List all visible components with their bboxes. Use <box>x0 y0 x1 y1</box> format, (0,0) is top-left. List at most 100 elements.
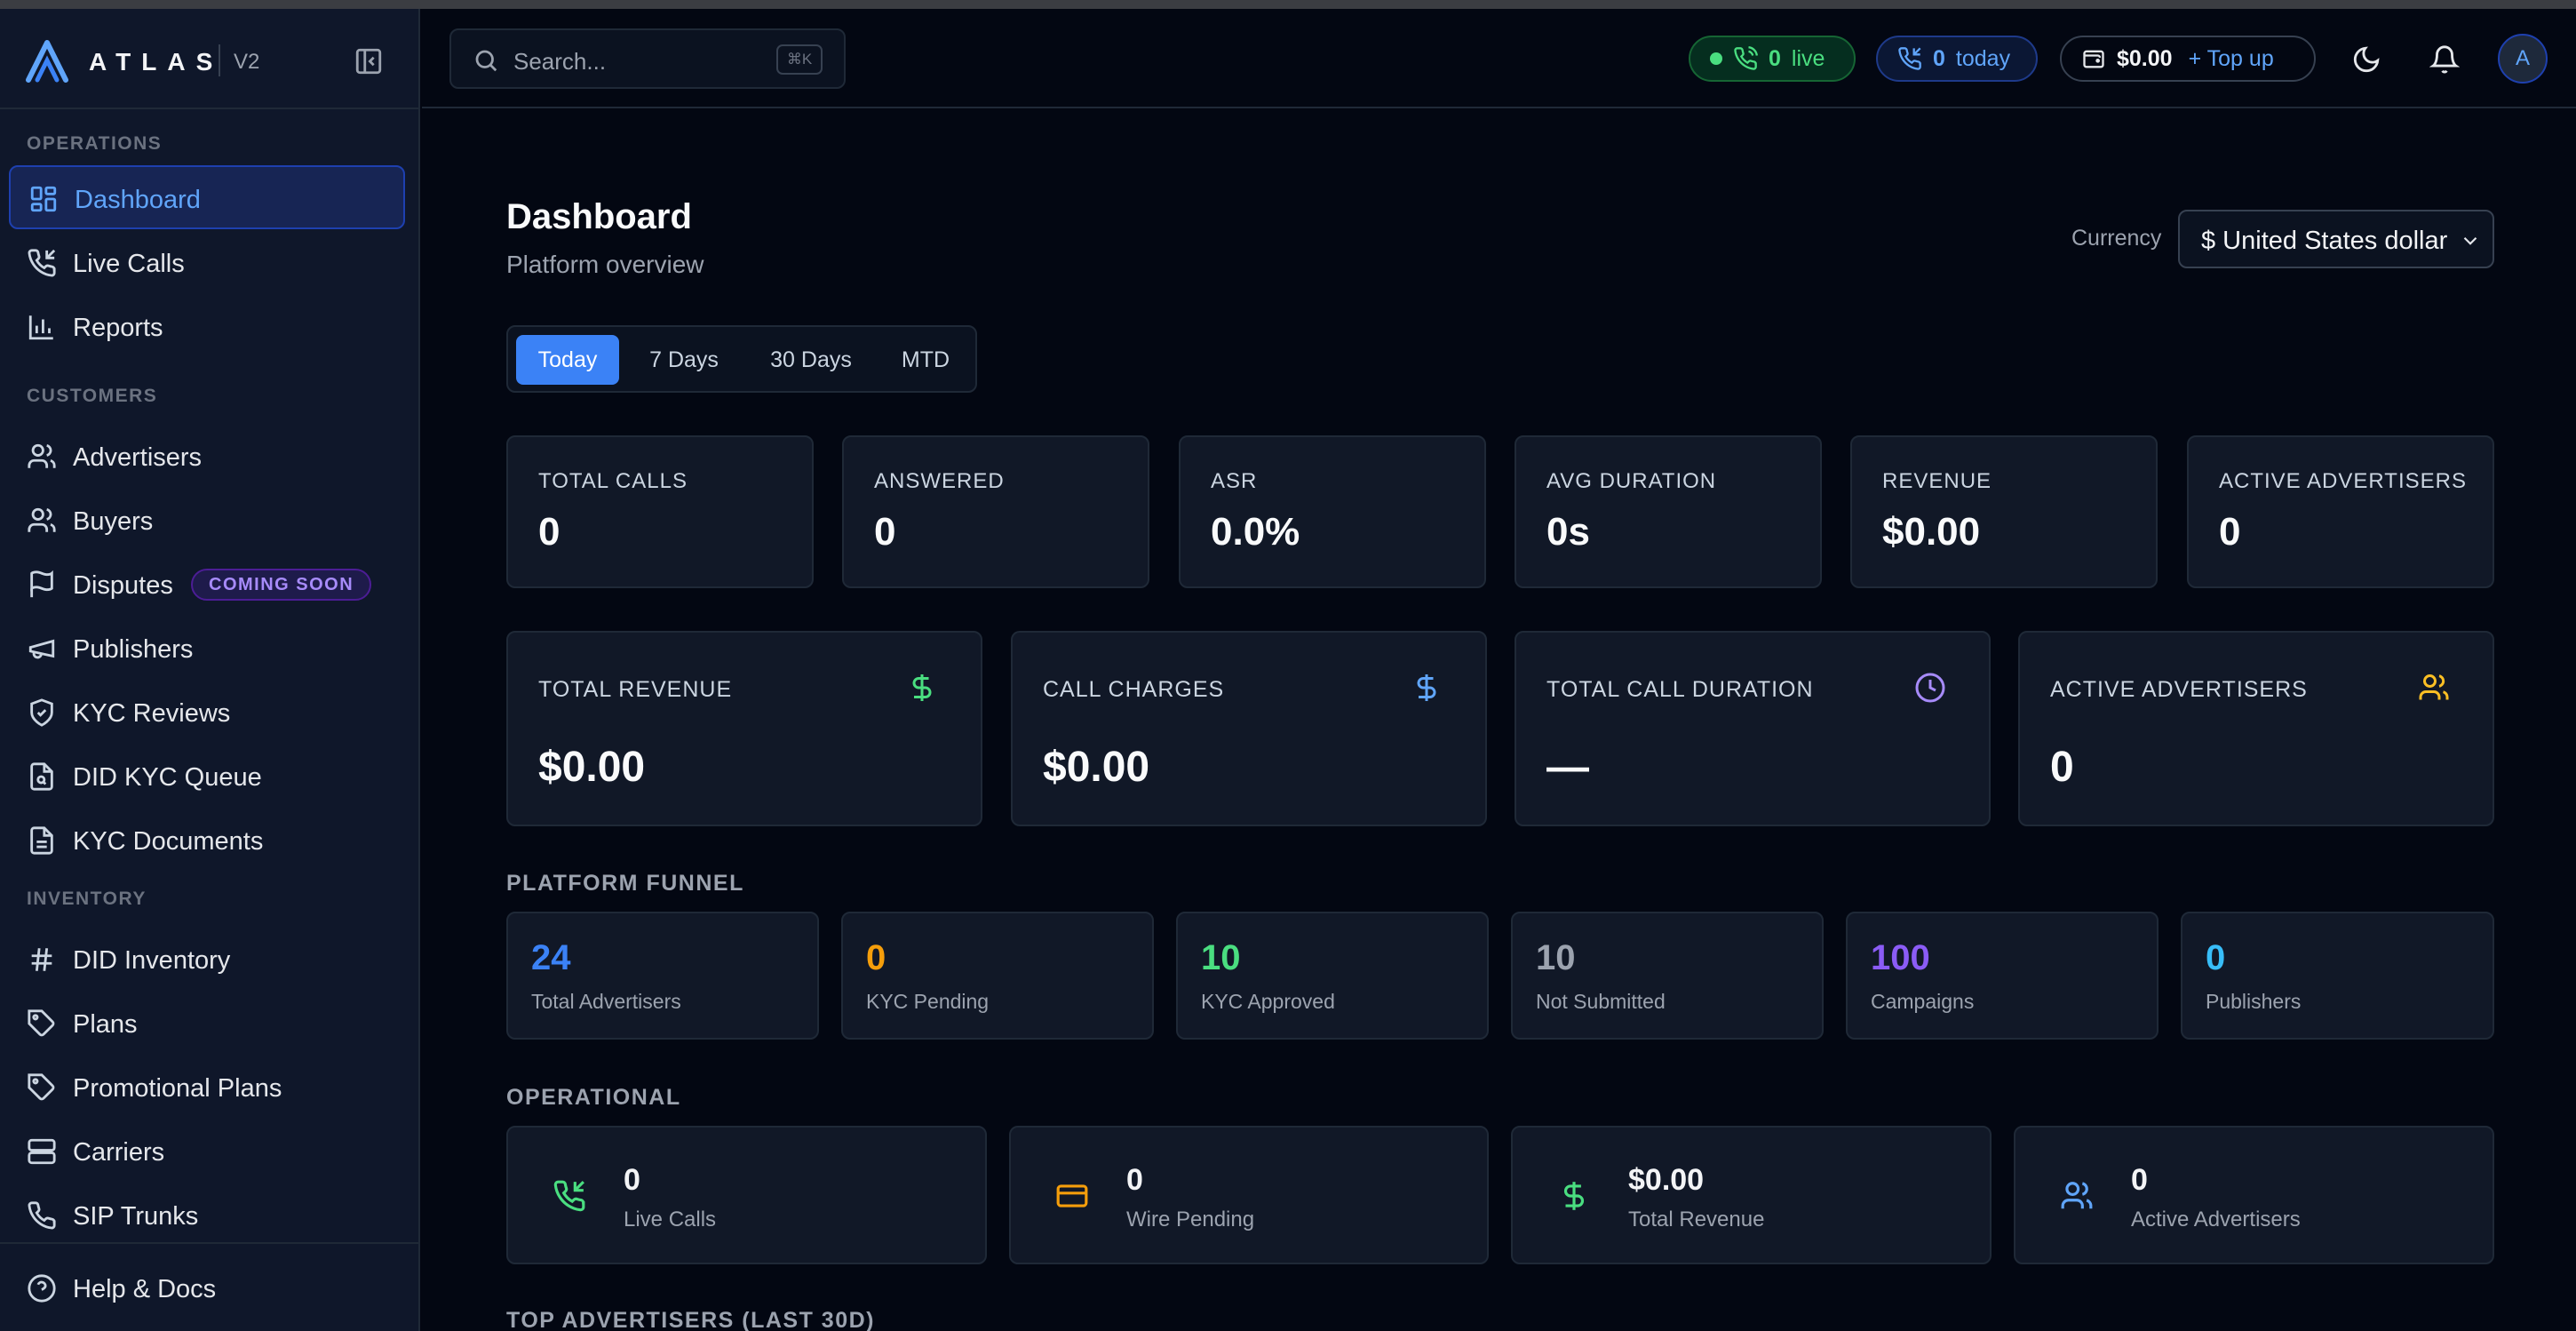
sidebar-item-plans[interactable]: Plans <box>9 992 405 1056</box>
search-input[interactable]: Search... ⌘K <box>449 28 846 89</box>
tab-today[interactable]: Today <box>516 335 619 385</box>
sidebar-item-label: Disputes <box>73 571 173 600</box>
card-label: TOTAL CALL DURATION <box>1546 677 1814 702</box>
card-value: $0.00 <box>1043 744 1150 791</box>
sidebar-item-help-docs[interactable]: Help & Docs <box>9 1256 405 1320</box>
funnel-value: 10 <box>1536 938 1576 977</box>
tag-icon <box>28 1073 55 1101</box>
stat-value: 0 <box>2219 510 2241 554</box>
op-label: Wire Pending <box>1126 1207 1255 1231</box>
top-up-link[interactable]: + Top up <box>2189 46 2274 72</box>
op-label: Total Revenue <box>1628 1207 1765 1231</box>
funnel-value: 0 <box>866 938 886 977</box>
section-operational: OPERATIONAL <box>506 1085 681 1110</box>
atlas-logo-icon <box>26 40 68 83</box>
funnel-card-total-advertisers: 24 Total Advertisers <box>506 912 819 1040</box>
sidebar-item-buyers[interactable]: Buyers <box>9 489 405 553</box>
phone-incoming-icon <box>553 1180 585 1212</box>
tag-icon <box>28 1009 55 1037</box>
stat-value: 0 <box>874 510 896 554</box>
dollar-icon <box>912 674 932 701</box>
users-icon <box>28 443 56 468</box>
stat-card-total-calls: TOTAL CALLS 0 <box>506 435 814 588</box>
card-total-call-duration: TOTAL CALL DURATION — <box>1515 631 1991 826</box>
today-label: today <box>1955 45 2011 71</box>
bar-chart-icon <box>28 315 53 340</box>
live-label: live <box>1791 45 1825 71</box>
funnel-value: 0 <box>2206 938 2226 977</box>
shield-check-icon <box>30 698 53 727</box>
stat-card-answered: ANSWERED 0 <box>842 435 1149 588</box>
sidebar-item-label: SIP Trunks <box>73 1202 199 1231</box>
stat-label: ASR <box>1211 469 1258 493</box>
stat-label: REVENUE <box>1882 469 1992 493</box>
tab-mtd[interactable]: MTD <box>882 335 969 385</box>
stat-card-active-advertisers: ACTIVE ADVERTISERS 0 <box>2187 435 2494 588</box>
stat-card-avg-duration: AVG DURATION 0s <box>1515 435 1822 588</box>
sidebar-item-did-kyc-queue[interactable]: DID KYC Queue <box>9 745 405 809</box>
funnel-card-not-submitted: 10 Not Submitted <box>1511 912 1824 1040</box>
sidebar-item-carriers[interactable]: Carriers <box>9 1120 405 1184</box>
op-label: Active Advertisers <box>2131 1207 2301 1231</box>
flag-icon <box>30 570 53 598</box>
funnel-value: 24 <box>531 938 571 977</box>
brand-divider <box>219 44 220 76</box>
section-top-advertisers: TOP ADVERTISERS (LAST 30D) <box>506 1308 875 1331</box>
sidebar-item-live-calls[interactable]: Live Calls <box>9 231 405 295</box>
search-shortcut-badge: ⌘K <box>776 44 823 75</box>
app-name: ATLAS <box>89 48 224 76</box>
clock-icon <box>1915 673 1945 703</box>
users-icon <box>2419 674 2449 700</box>
page-title: Dashboard <box>506 197 692 236</box>
file-search-icon <box>30 762 53 791</box>
funnel-value: 100 <box>1871 938 1930 977</box>
sidebar-item-reports[interactable]: Reports <box>9 295 405 359</box>
currency-select[interactable]: $ United States dollar <box>2178 210 2494 268</box>
op-value: 0 <box>1126 1163 1143 1197</box>
funnel-card-publishers: 0 Publishers <box>2181 912 2494 1040</box>
sidebar-item-dashboard[interactable]: Dashboard <box>9 165 405 229</box>
sidebar-item-label: Carriers <box>73 1138 165 1167</box>
credit-card-icon <box>1056 1184 1088 1207</box>
server-icon <box>28 1138 56 1165</box>
search-placeholder: Search... <box>513 48 607 75</box>
phone-icon <box>28 1201 56 1230</box>
sidebar-item-kyc-reviews[interactable]: KYC Reviews <box>9 681 405 745</box>
today-calls-pill[interactable]: 0 today <box>1876 36 2038 82</box>
bell-icon[interactable] <box>2429 44 2460 75</box>
funnel-label: KYC Pending <box>866 990 990 1013</box>
sidebar-item-label: Advertisers <box>73 443 203 472</box>
stat-label: AVG DURATION <box>1546 469 1717 493</box>
card-call-charges: CALL CHARGES $0.00 <box>1011 631 1487 826</box>
section-platform-funnel: PLATFORM FUNNEL <box>506 871 744 896</box>
dollar-icon <box>1417 674 1436 701</box>
sidebar-item-kyc-documents[interactable]: KYC Documents <box>9 809 405 873</box>
tab-7-days[interactable]: 7 Days <box>628 335 740 385</box>
op-card-live-calls: 0 Live Calls <box>506 1126 987 1264</box>
users-icon <box>2061 1182 2093 1209</box>
sidebar-item-label: DID KYC Queue <box>73 763 262 792</box>
sidebar-item-advertisers[interactable]: Advertisers <box>9 425 405 489</box>
moon-icon[interactable] <box>2351 44 2381 75</box>
sidebar-collapse-icon[interactable] <box>354 46 384 76</box>
tab-30-days[interactable]: 30 Days <box>749 335 873 385</box>
sidebar-item-publishers[interactable]: Publishers <box>9 617 405 681</box>
live-calls-pill[interactable]: 0 live <box>1689 36 1856 82</box>
file-text-icon <box>30 826 53 855</box>
sidebar-item-disputes[interactable]: Disputes COMING SOON <box>9 553 405 617</box>
sidebar-item-sip-trunks[interactable]: SIP Trunks <box>9 1184 405 1247</box>
funnel-card-kyc-approved: 10 KYC Approved <box>1176 912 1489 1040</box>
op-value: 0 <box>2131 1163 2148 1197</box>
window-top-strip <box>0 0 2576 9</box>
sidebar-item-promotional-plans[interactable]: Promotional Plans <box>9 1056 405 1120</box>
op-value: 0 <box>624 1163 640 1197</box>
stat-value: 0s <box>1546 510 1590 554</box>
funnel-label: Publishers <box>2206 990 2302 1013</box>
avatar[interactable]: A <box>2498 34 2548 84</box>
sidebar-item-did-inventory[interactable]: DID Inventory <box>9 928 405 992</box>
currency-value: $ United States dollar <box>2201 227 2448 255</box>
sidebar-item-label: Publishers <box>73 635 194 664</box>
live-dot-icon <box>1710 52 1722 65</box>
live-count: 0 <box>1769 45 1781 71</box>
section-customers: CUSTOMERS <box>27 386 158 406</box>
